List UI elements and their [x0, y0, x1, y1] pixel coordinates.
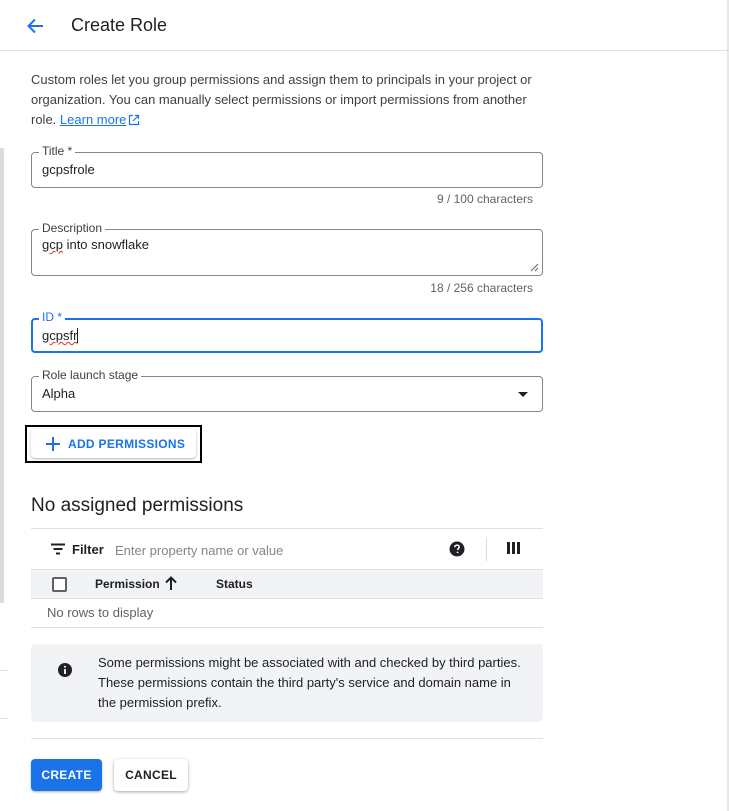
table-header: Permission Status [31, 570, 543, 599]
empty-row: No rows to display [31, 599, 543, 628]
header: Create Role [0, 0, 729, 51]
description-label: Description [39, 221, 106, 235]
id-value: gcpsfr [42, 328, 79, 343]
dropdown-arrow-icon [518, 392, 528, 397]
info-icon [58, 663, 72, 677]
select-all-checkbox[interactable] [52, 577, 67, 592]
title-value: gcpsfrole [42, 162, 95, 177]
filter-bar: Filter [31, 528, 543, 570]
toolbar-divider [486, 537, 487, 561]
description-char-counter: 18 / 256 characters [430, 281, 533, 295]
id-text: gcpsfr [42, 328, 78, 343]
scrollbar[interactable] [0, 148, 4, 603]
column-display-icon[interactable] [507, 542, 521, 554]
arrow-left-icon [27, 18, 43, 34]
divider [0, 670, 8, 671]
divider [0, 718, 8, 719]
external-link-icon [129, 114, 140, 126]
add-permissions-button[interactable]: ADD PERMISSIONS [31, 429, 196, 458]
back-button[interactable] [20, 11, 50, 41]
learn-more-link[interactable]: Learn more [60, 112, 126, 127]
permissions-heading: No assigned permissions [31, 495, 244, 516]
misspelled-word: gcp [42, 237, 63, 252]
cancel-button[interactable]: CANCEL [114, 759, 188, 791]
filter-input[interactable] [115, 540, 425, 560]
empty-message: No rows to display [47, 605, 154, 620]
page-title: Create Role [71, 15, 168, 35]
id-field[interactable]: ID * gcpsfr [31, 310, 543, 353]
description-field[interactable]: Description gcp into snowflake [31, 221, 543, 276]
info-banner: Some permissions might be associated wit… [31, 644, 543, 722]
intro-text: Custom roles let you group permissions a… [31, 70, 543, 130]
create-button[interactable]: CREATE [31, 759, 102, 791]
learn-more-label: Learn more [59, 112, 127, 127]
filter-label: Filter [72, 542, 104, 557]
help-icon[interactable] [449, 541, 465, 557]
divider [31, 738, 543, 739]
resize-handle-icon[interactable] [529, 262, 539, 272]
launch-stage-select[interactable]: Role launch stage Alpha [31, 368, 543, 412]
description-rest: into snowflake [62, 237, 149, 252]
title-char-counter: 9 / 100 characters [436, 192, 533, 206]
id-label: ID * [39, 310, 66, 324]
title-label: Title * [39, 144, 76, 158]
launch-stage-value: Alpha [42, 386, 76, 401]
title-field[interactable]: Title * gcpsfrole [31, 144, 543, 188]
description-value: gcp into snowflake [42, 237, 149, 252]
filter-icon [51, 543, 65, 555]
sort-ascending-icon[interactable] [165, 576, 177, 590]
column-header-status[interactable]: Status [216, 577, 253, 591]
add-permissions-label: ADD PERMISSIONS [68, 436, 186, 451]
plus-icon [46, 436, 60, 451]
text-caret [77, 328, 79, 343]
column-header-permission[interactable]: Permission [95, 577, 160, 591]
create-role-page: Create Role Custom roles let you group p… [0, 0, 729, 811]
launch-stage-label: Role launch stage [39, 368, 142, 382]
info-text: Some permissions might be associated wit… [98, 655, 521, 710]
